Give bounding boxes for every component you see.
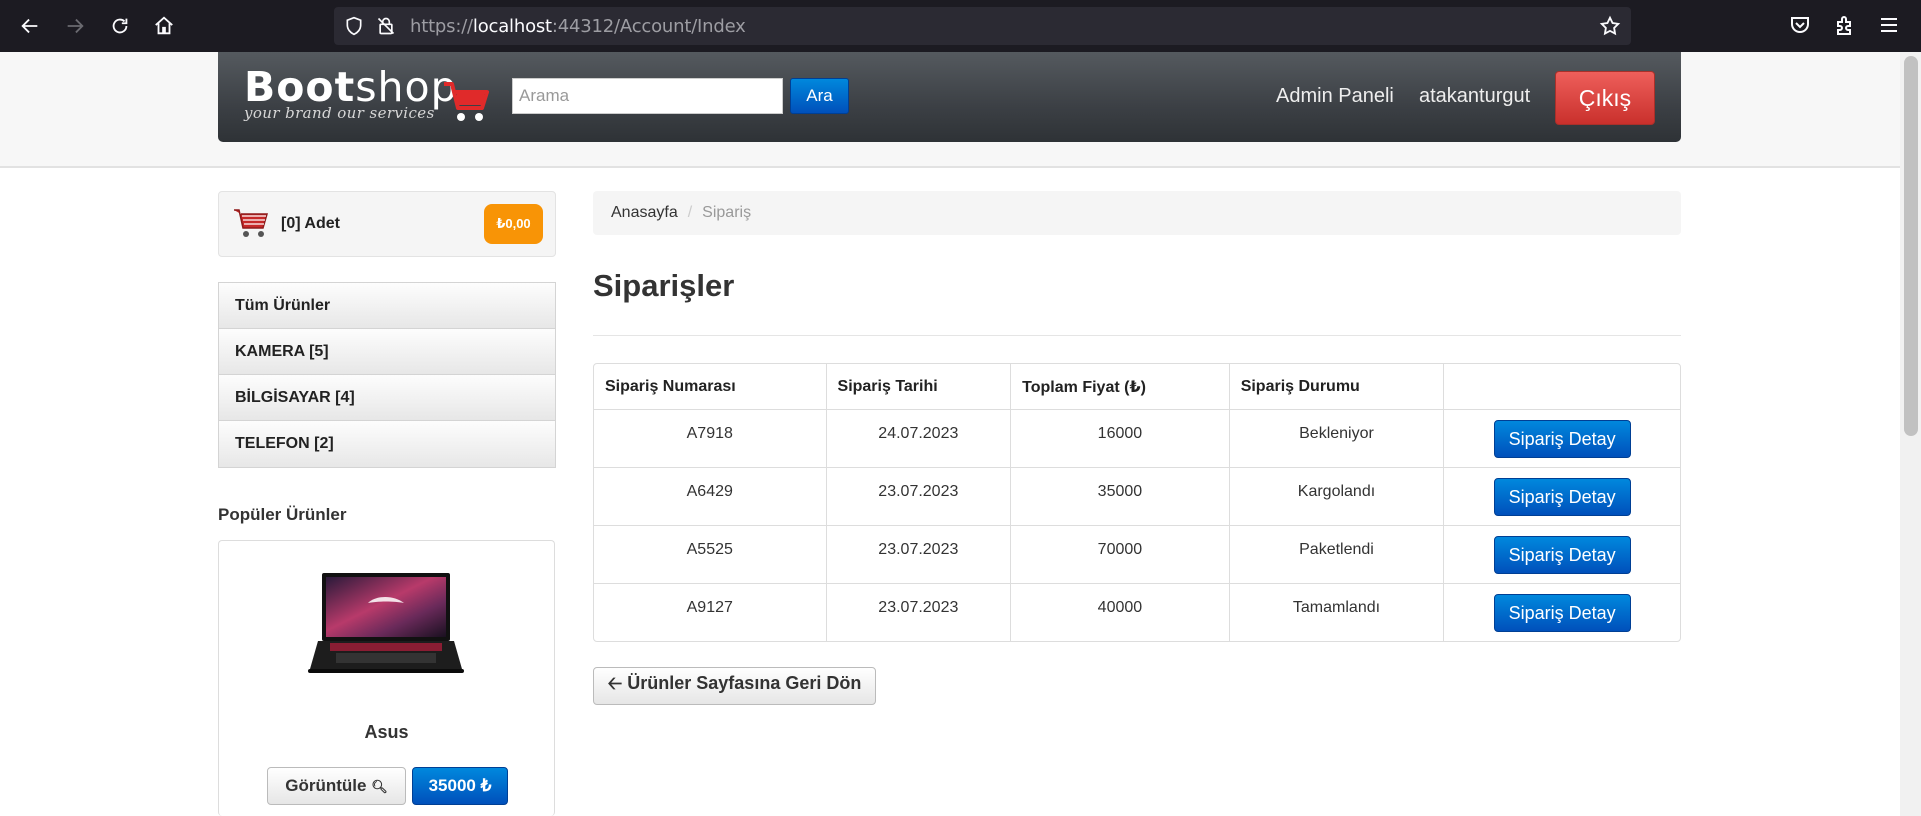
product-name: Asus xyxy=(364,722,409,742)
order-detail-button[interactable]: Sipariş Detay xyxy=(1493,536,1631,574)
cart-summary[interactable]: [0] Adet ₺0,00 xyxy=(218,191,556,257)
order-actions: Sipariş Detay xyxy=(1443,467,1680,525)
back-to-products-button[interactable]: 🡠 Ürünler Sayfasına Geri Dön xyxy=(593,667,876,705)
breadcrumb-current: Sipariş xyxy=(702,204,752,221)
order-date: 23.07.2023 xyxy=(825,525,1011,583)
menu-icon[interactable] xyxy=(1877,13,1901,37)
order-date: 24.07.2023 xyxy=(825,409,1011,467)
breadcrumb-home-link[interactable]: Anasayfa xyxy=(611,204,678,221)
column-header-order-number: Sipariş Numarası xyxy=(605,377,736,395)
title-divider xyxy=(593,335,1681,336)
table-row: A6429 23.07.2023 35000 Kargolandı Sipari… xyxy=(594,467,1680,525)
back-button-label: Ürünler Sayfasına Geri Dön xyxy=(627,673,862,693)
order-number: A5525 xyxy=(594,525,826,583)
breadcrumb-separator: / xyxy=(687,204,693,221)
category-item-computer[interactable]: BİLGİSAYAR [4] xyxy=(219,375,555,421)
admin-panel-link[interactable]: Admin Paneli xyxy=(1276,85,1394,108)
order-status: Kargolandı xyxy=(1228,467,1444,525)
order-status: Bekleniyor xyxy=(1228,409,1444,467)
order-actions: Sipariş Detay xyxy=(1443,409,1680,467)
search-input[interactable] xyxy=(512,78,783,114)
logo[interactable]: Bootshop your brand our services xyxy=(244,66,458,122)
column-header-order-status: Sipariş Durumu xyxy=(1228,364,1444,409)
home-icon[interactable] xyxy=(150,12,178,40)
url-path: :44312/Account/Index xyxy=(551,16,746,37)
search-icon: 🔍︎ xyxy=(371,779,388,794)
category-item-phone[interactable]: TELEFON [2] xyxy=(219,421,555,467)
address-bar[interactable]: https://localhost:44312/Account/Index xyxy=(334,7,1631,45)
category-list: Tüm Ürünler KAMERA [5] BİLGİSAYAR [4] TE… xyxy=(218,282,556,468)
reload-icon[interactable] xyxy=(106,12,134,40)
order-number: A9127 xyxy=(594,583,826,641)
order-actions: Sipariş Detay xyxy=(1443,525,1680,583)
order-total: 35000 xyxy=(1010,467,1229,525)
order-detail-button[interactable]: Sipariş Detay xyxy=(1493,478,1631,516)
order-detail-button[interactable]: Sipariş Detay xyxy=(1493,420,1631,458)
order-date: 23.07.2023 xyxy=(825,467,1011,525)
breadcrumb: Anasayfa / Sipariş xyxy=(593,191,1681,235)
price-button[interactable]: 35000 ₺ xyxy=(412,767,508,805)
search-button[interactable]: Ara xyxy=(790,78,849,114)
navbar: Bootshop your brand our services Ara Adm… xyxy=(218,52,1681,142)
column-header-actions xyxy=(1443,364,1680,409)
shopping-cart-icon xyxy=(234,209,268,237)
column-header-total-price: Toplam Fiyat (₺) xyxy=(1010,364,1229,409)
order-actions: Sipariş Detay xyxy=(1443,583,1680,641)
product-image[interactable] xyxy=(306,571,466,677)
table-header-row: Sipariş Numarası Sipariş Tarihi Toplam F… xyxy=(594,364,1680,409)
url-host: localhost xyxy=(472,16,552,37)
url-text[interactable]: https://localhost:44312/Account/Index xyxy=(410,16,746,37)
scrollbar-thumb[interactable] xyxy=(1904,56,1918,436)
shield-icon[interactable] xyxy=(344,16,364,36)
forward-arrow-icon[interactable] xyxy=(61,12,89,40)
pocket-icon[interactable] xyxy=(1788,13,1812,37)
order-date: 23.07.2023 xyxy=(825,583,1011,641)
product-card: Asus Görüntüle 🔍︎ 35000 ₺ xyxy=(218,540,555,816)
username-link[interactable]: atakanturgut xyxy=(1419,85,1530,108)
order-number: A6429 xyxy=(594,467,826,525)
logo-tagline: your brand our services xyxy=(244,104,435,122)
lock-icon[interactable] xyxy=(376,16,396,36)
browser-toolbar: https://localhost:44312/Account/Index xyxy=(0,0,1921,52)
page-title: Siparişler xyxy=(593,268,735,303)
order-status: Tamamlandı xyxy=(1228,583,1444,641)
column-header-order-date: Sipariş Tarihi xyxy=(825,364,1011,409)
table-row: A5525 23.07.2023 70000 Paketlendi Sipari… xyxy=(594,525,1680,583)
order-detail-button[interactable]: Sipariş Detay xyxy=(1493,594,1631,632)
view-button-label: Görüntüle xyxy=(285,776,367,795)
table-row: A7918 24.07.2023 16000 Bekleniyor Sipari… xyxy=(594,409,1680,467)
order-total: 70000 xyxy=(1010,525,1229,583)
back-arrow-icon[interactable] xyxy=(16,12,44,40)
extensions-icon[interactable] xyxy=(1833,13,1857,37)
order-total: 16000 xyxy=(1010,409,1229,467)
table-row: A9127 23.07.2023 40000 Tamamlandı Sipari… xyxy=(594,583,1680,641)
popular-products-title: Popüler Ürünler xyxy=(218,505,347,524)
arrow-left-icon: 🡠 xyxy=(607,673,623,693)
category-item-camera[interactable]: KAMERA [5] xyxy=(219,329,555,375)
order-status: Paketlendi xyxy=(1228,525,1444,583)
cart-icon xyxy=(444,82,489,121)
orders-table: Sipariş Numarası Sipariş Tarihi Toplam F… xyxy=(593,363,1681,642)
cart-count: [0] Adet xyxy=(281,215,340,232)
logout-button[interactable]: Çıkış xyxy=(1555,71,1655,125)
order-number: A7918 xyxy=(594,409,826,467)
cart-total-badge[interactable]: ₺0,00 xyxy=(484,204,543,244)
order-total: 40000 xyxy=(1010,583,1229,641)
category-item-all[interactable]: Tüm Ürünler xyxy=(219,283,555,329)
url-scheme: https:// xyxy=(410,16,473,37)
star-icon[interactable] xyxy=(1599,15,1621,37)
view-product-button[interactable]: Görüntüle 🔍︎ xyxy=(267,767,406,805)
